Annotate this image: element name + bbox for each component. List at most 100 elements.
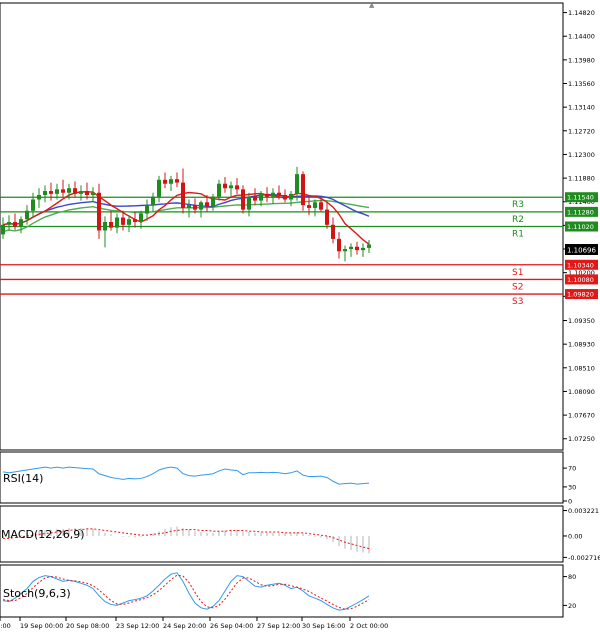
candle-body	[37, 194, 41, 200]
candle-body	[301, 174, 305, 206]
price-tick-label: 1.14400	[568, 33, 595, 41]
pivot-value-label: 1.11540	[567, 194, 594, 202]
candle-body	[91, 192, 95, 195]
candle-body	[127, 219, 131, 225]
candle-body	[43, 191, 47, 195]
candle-body	[337, 238, 341, 252]
price-tick-label: 1.13560	[568, 80, 595, 88]
candle-body	[349, 246, 353, 250]
price-tick-label: 1.09350	[568, 317, 595, 325]
candle-body	[97, 192, 101, 231]
candle-body	[193, 205, 197, 210]
candle-body	[7, 221, 11, 225]
candle-body	[199, 202, 203, 210]
price-panel[interactable]: 1.14820 1.14400 1.13980 1.13560 1.13140 1.127…	[0, 1, 598, 451]
candle-body	[151, 196, 155, 206]
price-tick-label: 1.13980	[568, 56, 595, 64]
candle-body	[265, 193, 269, 197]
pivot-value-label: 1.11020	[567, 223, 594, 231]
time-tick-label: 27 Sep 12:00	[257, 622, 300, 630]
pivot-value-label: 1.11280	[567, 208, 594, 216]
stoch-tick-label: 20	[568, 602, 576, 610]
candle-body	[319, 202, 323, 210]
time-tick-label: 2 Oct 00:00	[350, 622, 388, 630]
stoch-tick-label: 80	[568, 573, 576, 581]
price-tick-label: 1.08930	[568, 341, 595, 349]
candle-body	[277, 192, 281, 195]
price-tick-label: 1.08090	[568, 388, 595, 396]
candle-body	[187, 205, 191, 208]
price-tick-label: 1.14820	[568, 9, 595, 17]
rsi-axis: 70 30 0	[563, 465, 576, 506]
pivot-name-r3: R3	[512, 200, 524, 210]
candle-body	[361, 247, 365, 251]
price-tick-label: 1.07670	[568, 412, 595, 420]
candle-body	[145, 205, 149, 214]
current-price-label: 1.10696	[567, 247, 596, 255]
candle-body	[241, 189, 245, 210]
candle-body	[49, 191, 53, 194]
candle-body	[115, 217, 119, 228]
scroll-marker-icon: ▲	[369, 1, 375, 9]
pivot-value-label: 1.10340	[567, 261, 594, 269]
time-axis: 16:00 19 Sep 00:0020 Sep 08:00 23 Sep 12:0…	[0, 617, 388, 630]
price-tick-label: 1.07250	[568, 435, 595, 443]
time-tick-label: 30 Sep 16:00	[302, 622, 345, 630]
candle-body	[55, 189, 59, 194]
macd-tick-label: -0.002716	[568, 554, 600, 562]
pivot-name-r2: R2	[512, 215, 524, 225]
stoch-panel[interactable]: 80 20 Stoch(9,6,3)	[0, 564, 576, 618]
current-price-marker: 1.10696	[565, 244, 598, 255]
pivot-name-s2: S2	[512, 282, 523, 292]
candle-body	[25, 210, 29, 220]
candle-body	[73, 188, 77, 194]
candle-body	[313, 202, 317, 208]
candle-body	[283, 194, 287, 200]
candle-body	[307, 205, 311, 208]
pivot-name-s1: S1	[512, 268, 523, 278]
candle-body	[259, 193, 263, 201]
time-tick-label: 16:00	[0, 622, 11, 630]
candle-body	[205, 202, 209, 207]
candle-body	[13, 221, 17, 227]
candle-body	[229, 185, 233, 189]
time-tick-label: 26 Sep 04:00	[210, 622, 253, 630]
candle-body	[271, 192, 275, 197]
candle-body	[31, 199, 35, 211]
macd-title: MACD(12,26,9)	[1, 528, 85, 541]
candle-body	[109, 221, 113, 228]
rsi-panel[interactable]: 70 30 0 RSI(14)	[0, 451, 576, 506]
pivot-name-s3: S3	[512, 297, 523, 307]
pivot-value-label: 1.09820	[567, 291, 594, 299]
time-tick-label: 24 Sep 20:00	[163, 622, 206, 630]
candle-body	[61, 189, 65, 193]
macd-tick-label: 0.00	[568, 532, 582, 540]
time-tick-label: 23 Sep 12:00	[116, 622, 159, 630]
candle-body	[163, 179, 167, 184]
candle-body	[217, 183, 221, 197]
macd-panel[interactable]: 0.003221 0.00 -0.002716 MACD(12,26,9)	[0, 505, 600, 563]
price-tick-label: 1.12300	[568, 151, 595, 159]
candle-body	[169, 179, 173, 184]
candle-body	[355, 246, 359, 251]
macd-tick-label: 0.003221	[568, 507, 599, 515]
candle-body	[175, 179, 179, 183]
macd-axis: 0.003221 0.00 -0.002716	[563, 507, 600, 562]
trading-chart: 1.14820 1.14400 1.13980 1.13560 1.13140 1.127…	[0, 1, 600, 630]
price-tick-label: 1.08510	[568, 364, 595, 372]
stoch-plot-frame	[0, 564, 564, 618]
rsi-title: RSI(14)	[3, 472, 43, 485]
rsi-plot-frame	[0, 451, 564, 504]
price-tick-label: 1.12720	[568, 127, 595, 135]
candle-body	[121, 217, 125, 225]
candle-body	[157, 179, 161, 197]
candle-body	[331, 224, 335, 239]
candle-body	[1, 224, 5, 235]
time-tick-label: 20 Sep 08:00	[66, 622, 109, 630]
candle-body	[295, 174, 299, 194]
candle-body	[133, 219, 137, 222]
rsi-tick-label: 0	[568, 498, 572, 506]
candle-body	[67, 188, 71, 193]
candle-body	[367, 244, 371, 248]
candle-body	[235, 185, 239, 190]
